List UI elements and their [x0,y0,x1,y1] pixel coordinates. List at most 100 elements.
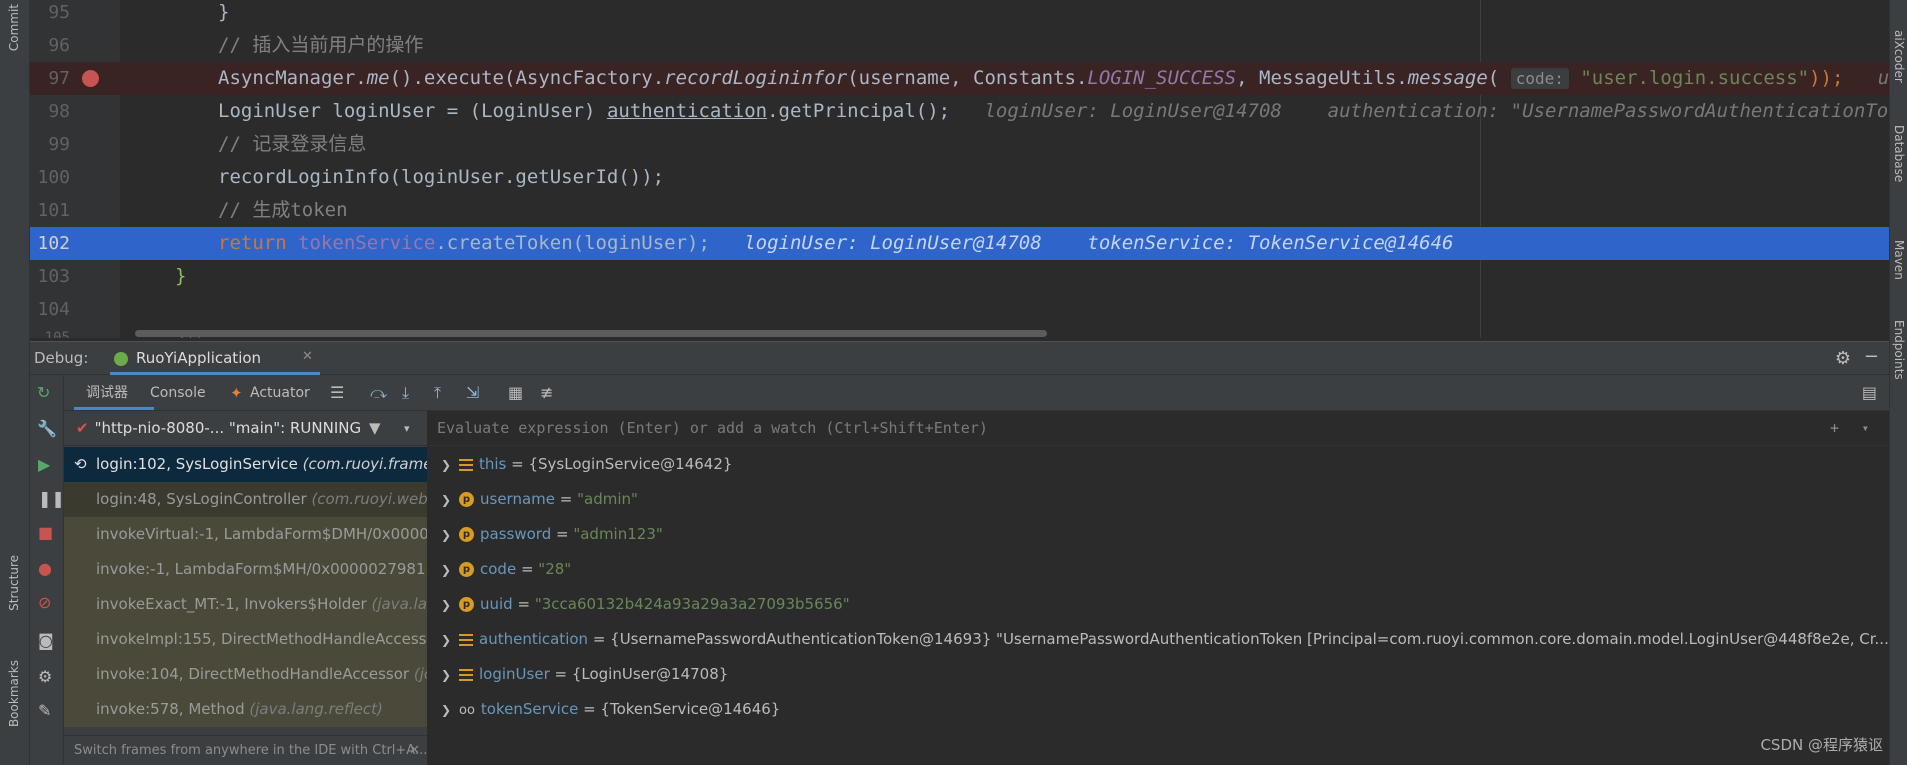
add-watch-icon[interactable]: + [1830,411,1839,446]
watch-icon: oo [459,703,475,718]
step-over-icon[interactable]: ⤼ [370,383,387,403]
pin-icon[interactable]: ✎ [38,701,51,721]
resume-icon[interactable]: ▶ [38,455,50,475]
debug-toolbar: 调试器 Console ✦ Actuator ☰ ⤼ ⤓ ⤒ ⇲ ▦ ≢ ▤ [30,375,1889,411]
filter-icon[interactable]: ▼ [369,411,381,446]
expand-chevron-icon[interactable]: ❯ [441,588,459,623]
variable-row[interactable]: ❯ p password = "admin123" [429,517,1889,552]
variable-row[interactable]: ❯ this = {SysLoginService@14642} [429,447,1889,482]
endpoints-tool-tab[interactable]: Endpoints [1892,320,1906,380]
variable-row[interactable]: ❯ p uuid = "3cca60132b424a93a29a3a27093b56… [429,587,1889,622]
mute-breakpoints-icon[interactable]: ⊘ [38,593,51,613]
variable-row[interactable]: ❯ loginUser = {LoginUser@14708} [429,657,1889,692]
commit-tool-tab[interactable]: Commit [7,4,21,51]
variable-name: loginUser [479,665,550,683]
run-to-cursor-icon[interactable]: ⇲ [466,383,479,403]
structure-tool-tab[interactable]: Structure [7,555,21,611]
breakpoint-icon[interactable] [82,70,99,87]
left-tool-strip: Commit Structure Bookmarks [0,0,30,765]
variable-row[interactable]: ❯ authentication = {UsernamePasswordAuthe… [429,622,1889,657]
step-into-icon[interactable]: ⤓ [402,383,409,403]
code-editor[interactable]: 95} 96// 插入当前用户的操作 97 AsyncManager.me().… [30,0,1889,338]
inline-value-hint: loginUser: LoginUser@14708 [744,232,1042,254]
frame-item[interactable]: login:48, SysLoginController (com.ruoyi.… [64,482,427,517]
chevron-down-icon[interactable]: ▾ [1862,411,1869,446]
variable-name: username [480,490,555,508]
inline-value-hint: loginUser: LoginUser@14708 [984,100,1282,122]
frames-menu-icon[interactable]: ☰ [330,383,344,403]
horizontal-scrollbar[interactable] [135,330,1047,337]
debug-session-tab[interactable]: RuoYiApplication ✕ [110,342,320,375]
code-line[interactable]: 103} [30,260,1889,293]
frame-item[interactable]: invoke:578, Method (java.lang.reflect) [64,692,427,727]
code-line[interactable]: 99// 记录登录信息 [30,128,1889,161]
frame-item[interactable]: invokeImpl:155, DirectMethodHandleAccess… [64,622,427,657]
watermark: CSDN @程序猿讴 [1760,736,1883,754]
close-icon[interactable]: ✕ [302,349,313,364]
aixcoder-tool-tab[interactable]: aiXcoder [1892,30,1906,83]
variable-value: "28" [538,560,572,578]
maven-tool-tab[interactable]: Maven [1892,240,1906,280]
code-line-breakpoint[interactable]: 97 AsyncManager.me().execute(AsyncFactor… [30,62,1889,95]
variable-row[interactable]: ❯ p code = "28" [429,552,1889,587]
variable-value: {LoginUser@14708} [571,665,729,683]
debug-title-bar: Debug: RuoYiApplication ✕ ⚙ − [30,341,1889,375]
step-out-icon[interactable]: ⤒ [434,383,441,403]
evaluate-icon[interactable]: ▦ [508,383,523,403]
code-line[interactable]: 96// 插入当前用户的操作 [30,29,1889,62]
camera-icon[interactable]: ◙ [38,631,54,651]
inline-value-hint: tokenService: TokenService@14646 [1087,232,1454,254]
expand-chevron-icon[interactable]: ❯ [441,518,459,553]
rerun-icon[interactable]: ↻ [37,383,50,403]
code-line[interactable]: 95} [30,0,1889,29]
frame-item[interactable]: invoke:104, DirectMethodHandleAccessor (… [64,657,427,692]
variable-value: "3cca60132b424a93a29a3a27093b5656" [534,595,850,613]
close-icon[interactable]: ✕ [409,736,420,765]
expand-chevron-icon[interactable]: ❯ [441,483,459,518]
chevron-down-icon[interactable]: ▾ [404,411,410,446]
thread-selector[interactable]: ✔ "http-nio-8080-... "main": RUNNING ▼ ▾ [64,411,427,446]
variable-row[interactable]: ❯ p username = "admin" [429,482,1889,517]
expand-chevron-icon[interactable]: ❯ [441,658,459,693]
parameter-icon: p [459,597,474,612]
view-breakpoints-icon[interactable]: ● [38,559,52,579]
param-hint-chip: code: [1510,68,1569,89]
frame-item[interactable]: ⟲ login:102, SysLoginService (com.ruoyi.f… [64,447,427,482]
inline-value-hint: authentication: "UsernamePasswordAuthent… [1327,100,1889,122]
field-icon [459,633,473,646]
parameter-icon: p [459,492,474,507]
evaluate-expression-input[interactable]: Evaluate expression (Enter) or add a wat… [429,411,1889,446]
settings-icon[interactable]: ⚙ [38,667,52,687]
variable-name: uuid [480,595,513,613]
code-line-current[interactable]: 102 return tokenService.createToken(login… [30,227,1889,260]
variable-row[interactable]: ❯ oo tokenService = {TokenService@14646} [429,692,1889,727]
expand-chevron-icon[interactable]: ❯ [441,448,459,483]
frame-item[interactable]: invoke:-1, LambdaForm$MH/0x00000279811 [64,552,427,587]
bookmarks-tool-tab[interactable]: Bookmarks [7,660,21,727]
database-tool-tab[interactable]: Database [1892,125,1906,182]
expand-chevron-icon[interactable]: ❯ [441,553,459,588]
tab-debugger[interactable]: 调试器 [74,375,154,410]
tab-console[interactable]: Console [150,383,206,403]
variable-value: {TokenService@14646} [600,700,781,718]
variable-value: "admin123" [573,525,663,543]
layout-icon[interactable]: ▤ [1862,383,1877,403]
frame-item[interactable]: invokeExact_MT:-1, Invokers$Holder (java… [64,587,427,622]
wrench-icon[interactable]: 🔧 [37,419,57,439]
stop-icon[interactable]: ■ [38,523,53,543]
code-line[interactable]: 98 LoginUser loginUser = (LoginUser) auth… [30,95,1889,128]
actuator-icon: ✦ [230,384,243,402]
tab-actuator[interactable]: Actuator [250,383,310,403]
minimize-icon[interactable]: − [1864,346,1879,367]
variables-panel: Evaluate expression (Enter) or add a wat… [429,411,1889,765]
expand-chevron-icon[interactable]: ❯ [441,623,459,658]
gear-icon[interactable]: ⚙ [1835,348,1851,369]
code-line[interactable]: 100 recordLoginInfo(loginUser.getUserId()… [30,161,1889,194]
code-line[interactable]: 101// 生成token [30,194,1889,227]
frame-item[interactable]: invokeVirtual:-1, LambdaForm$DMH/0x00000 [64,517,427,552]
trace-icon[interactable]: ≢ [540,383,553,403]
debug-side-actions: ↻ 🔧 ▶ ❚❚ ■ ● ⊘ ◙ ⚙ ✎ [30,375,65,765]
pause-icon[interactable]: ❚❚ [38,489,65,509]
expand-chevron-icon[interactable]: ❯ [441,693,459,728]
variable-name: authentication [479,630,589,648]
